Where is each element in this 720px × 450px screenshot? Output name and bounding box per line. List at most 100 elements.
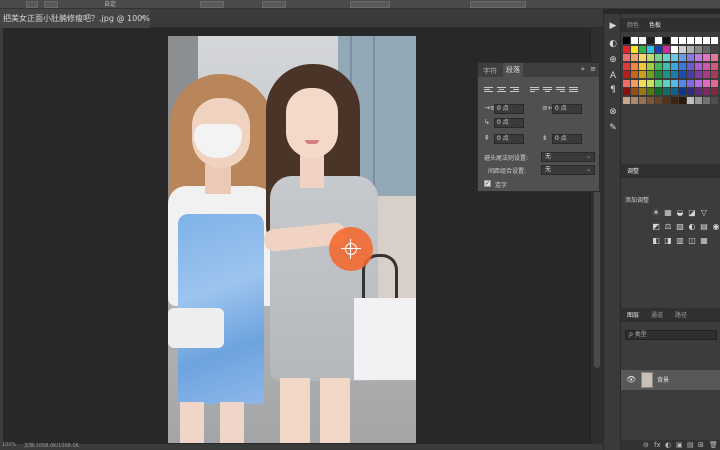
- option-chip-b[interactable]: [262, 1, 286, 8]
- color-swatch[interactable]: [655, 71, 662, 78]
- color-swatch[interactable]: [647, 79, 654, 87]
- color-swatch[interactable]: [631, 62, 638, 70]
- adjustment-icon[interactable]: ▦: [663, 208, 673, 217]
- layers-toolbar-button-icon[interactable]: ▤: [687, 441, 694, 449]
- color-swatch[interactable]: [671, 54, 678, 61]
- color-swatch[interactable]: [695, 71, 702, 78]
- color-swatch[interactable]: [623, 54, 630, 61]
- first-line-indent-input[interactable]: 0 点: [494, 118, 524, 128]
- color-swatch[interactable]: [655, 37, 662, 44]
- paragraph-icon[interactable]: ¶: [607, 84, 619, 96]
- color-swatch[interactable]: [663, 88, 670, 95]
- justify-last-right-icon[interactable]: [556, 87, 565, 95]
- align-center-icon[interactable]: [497, 87, 506, 95]
- adjustment-icon[interactable]: ◐: [687, 222, 697, 231]
- color-swatch[interactable]: [631, 88, 638, 95]
- color-swatch[interactable]: [695, 79, 702, 87]
- color-swatch[interactable]: [671, 62, 678, 70]
- color-swatch[interactable]: [647, 37, 654, 44]
- adjustment-icon[interactable]: ▥: [675, 236, 685, 245]
- tab-adjustments[interactable]: 调整: [627, 166, 639, 175]
- color-swatch[interactable]: [711, 37, 718, 44]
- color-swatch[interactable]: [647, 88, 654, 95]
- color-swatch[interactable]: [655, 88, 662, 95]
- space-before-input[interactable]: 0 点: [494, 134, 524, 144]
- color-swatch[interactable]: [671, 71, 678, 78]
- color-swatch[interactable]: [663, 62, 670, 70]
- color-swatch[interactable]: [711, 54, 718, 61]
- color-swatch[interactable]: [655, 96, 662, 104]
- justify-last-center-icon[interactable]: [543, 87, 552, 95]
- adjustment-icon[interactable]: ▽: [699, 208, 709, 217]
- color-swatch[interactable]: [647, 71, 654, 78]
- tab-color[interactable]: 颜色: [627, 20, 639, 29]
- color-swatch[interactable]: [647, 54, 654, 61]
- indent-left-input[interactable]: 0 点: [494, 104, 524, 114]
- adjust-icon[interactable]: ◐: [607, 38, 619, 50]
- tab-channels[interactable]: 通道: [651, 310, 663, 319]
- color-swatch[interactable]: [711, 62, 718, 70]
- color-swatch[interactable]: [679, 45, 686, 53]
- mojikumi-select[interactable]: 无 ⌄: [541, 165, 595, 175]
- kinsoku-select[interactable]: 无 ⌄: [541, 152, 595, 162]
- color-swatch[interactable]: [647, 62, 654, 70]
- color-swatch[interactable]: [655, 45, 662, 53]
- adjustment-icon[interactable]: ◩: [651, 222, 661, 231]
- close-tab-icon[interactable]: ×: [139, 13, 146, 22]
- color-swatch[interactable]: [687, 37, 694, 44]
- color-swatch[interactable]: [695, 45, 702, 53]
- color-swatch[interactable]: [663, 71, 670, 78]
- mode-chip[interactable]: [44, 1, 58, 8]
- space-after-input[interactable]: 0 点: [552, 134, 582, 144]
- color-swatch[interactable]: [631, 79, 638, 87]
- align-right-icon[interactable]: [510, 87, 519, 95]
- color-swatch[interactable]: [679, 37, 686, 44]
- document-size-info[interactable]: 文档:1008.0K/1008.0K: [24, 442, 79, 449]
- adjustment-icon[interactable]: ◧: [651, 236, 661, 245]
- color-swatch[interactable]: [711, 88, 718, 95]
- color-swatch[interactable]: [671, 45, 678, 53]
- color-swatch[interactable]: [679, 88, 686, 95]
- color-swatch[interactable]: [663, 54, 670, 61]
- color-swatch[interactable]: [655, 62, 662, 70]
- document-image[interactable]: [168, 36, 416, 443]
- color-swatch[interactable]: [711, 45, 718, 53]
- adjustment-icon[interactable]: ⚖: [663, 222, 673, 231]
- tool-preset-chip[interactable]: [26, 1, 38, 8]
- color-swatch[interactable]: [679, 71, 686, 78]
- color-swatch[interactable]: [671, 79, 678, 87]
- adjustment-icon[interactable]: ◒: [675, 208, 685, 217]
- color-swatch[interactable]: [703, 71, 710, 78]
- hyphenate-checkbox[interactable]: ✓: [484, 180, 491, 187]
- tab-character[interactable]: 字符: [483, 66, 497, 76]
- color-swatch[interactable]: [703, 62, 710, 70]
- zoom-level[interactable]: 100%: [2, 442, 16, 448]
- color-swatch[interactable]: [695, 62, 702, 70]
- color-swatch[interactable]: [631, 96, 638, 104]
- color-swatch[interactable]: [623, 79, 630, 87]
- panel-collapse-icon[interactable]: »: [581, 65, 585, 73]
- color-swatch[interactable]: [623, 37, 630, 44]
- color-swatch[interactable]: [663, 45, 670, 53]
- justify-last-left-icon[interactable]: [530, 87, 539, 95]
- color-swatch[interactable]: [687, 62, 694, 70]
- color-swatch[interactable]: [679, 62, 686, 70]
- color-swatch[interactable]: [663, 37, 670, 44]
- color-swatch[interactable]: [623, 96, 630, 104]
- color-swatch[interactable]: [631, 54, 638, 61]
- color-swatch[interactable]: [703, 54, 710, 61]
- tab-paragraph[interactable]: 段落: [503, 63, 523, 77]
- tab-paths[interactable]: 路径: [675, 310, 687, 319]
- adjustment-icon[interactable]: ▤: [699, 222, 709, 231]
- color-swatch[interactable]: [631, 71, 638, 78]
- color-swatch[interactable]: [631, 45, 638, 53]
- color-swatch[interactable]: [687, 54, 694, 61]
- color-swatch[interactable]: [695, 96, 702, 104]
- color-swatch[interactable]: [711, 96, 718, 104]
- color-swatch[interactable]: [679, 54, 686, 61]
- align-left-icon[interactable]: [484, 87, 493, 95]
- color-swatch[interactable]: [711, 71, 718, 78]
- layers-toolbar-button-icon[interactable]: ⊞: [698, 441, 704, 449]
- layers-toolbar-button-icon[interactable]: fx: [654, 441, 661, 449]
- visibility-eye-icon[interactable]: 👁: [626, 375, 636, 384]
